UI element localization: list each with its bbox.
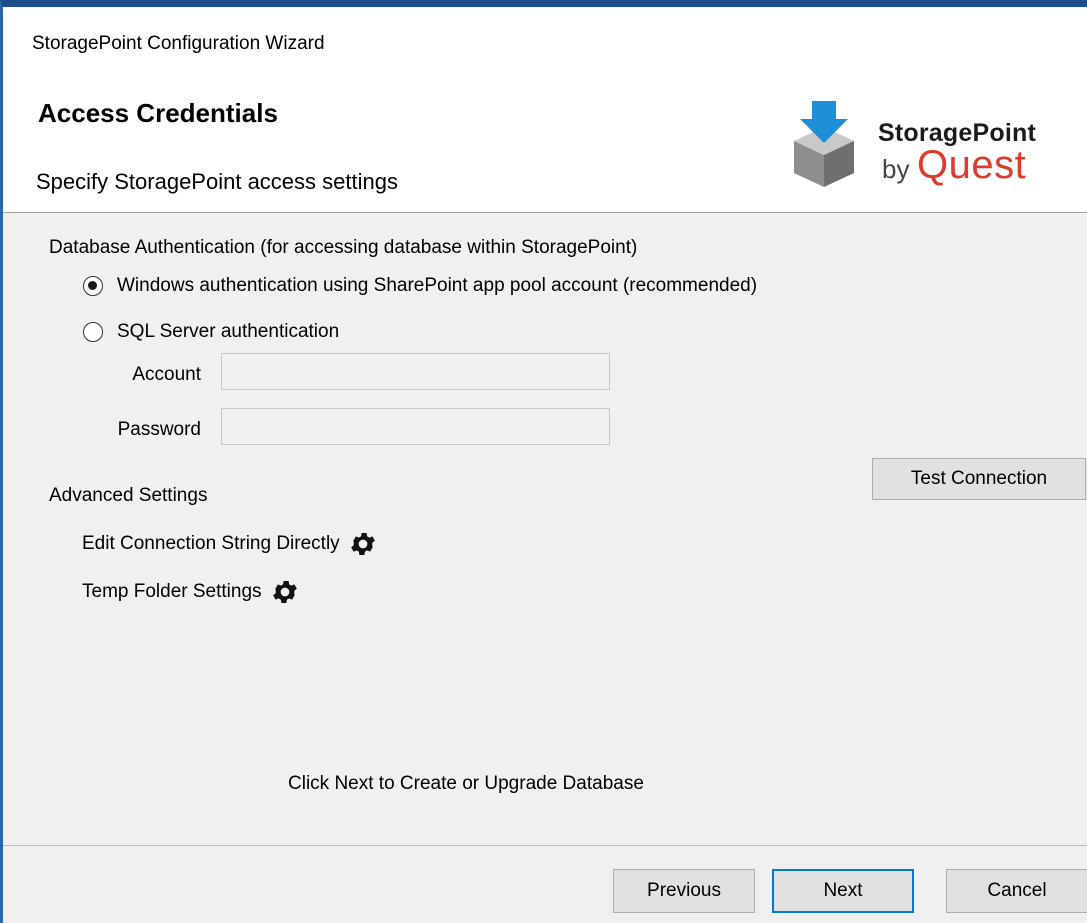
- gear-icon[interactable]: [270, 577, 300, 607]
- radio-unselected-icon: [83, 322, 103, 342]
- wizard-header: StoragePoint Configuration Wizard Access…: [3, 7, 1087, 213]
- wizard-window: StoragePoint Configuration Wizard Access…: [0, 0, 1087, 923]
- edit-connection-string-label: Edit Connection String Directly: [82, 533, 340, 554]
- page-title: Access Credentials: [38, 98, 278, 128]
- temp-folder-settings-link[interactable]: Temp Folder Settings: [82, 577, 300, 607]
- logo-vendor-text: Quest: [917, 143, 1027, 187]
- previous-button[interactable]: Previous: [613, 869, 755, 913]
- advanced-settings-label: Advanced Settings: [49, 485, 208, 506]
- footer-divider: [3, 845, 1087, 846]
- storagepoint-quest-logo: StoragePoint by Quest: [788, 99, 1068, 194]
- password-field[interactable]: [221, 408, 610, 445]
- gear-icon[interactable]: [348, 529, 378, 559]
- windows-auth-label: Windows authentication using SharePoint …: [117, 275, 758, 296]
- test-connection-button[interactable]: Test Connection: [872, 458, 1086, 500]
- account-field[interactable]: [221, 353, 610, 390]
- next-hint-text: Click Next to Create or Upgrade Database: [288, 773, 644, 794]
- edit-connection-string-link[interactable]: Edit Connection String Directly: [82, 529, 378, 559]
- page-subtitle: Specify StoragePoint access settings: [36, 169, 398, 194]
- storagepoint-box-icon: [794, 101, 854, 187]
- cancel-button[interactable]: Cancel: [946, 869, 1087, 913]
- temp-folder-settings-label: Temp Folder Settings: [82, 581, 262, 602]
- password-label: Password: [117, 419, 201, 440]
- logo-by-text: by: [882, 154, 910, 184]
- windows-auth-radio[interactable]: Windows authentication using SharePoint …: [83, 275, 757, 297]
- sql-auth-radio[interactable]: SQL Server authentication: [83, 321, 339, 343]
- db-auth-section-label: Database Authentication (for accessing d…: [49, 237, 638, 258]
- window-title: StoragePoint Configuration Wizard: [32, 33, 325, 54]
- radio-selected-icon: [83, 276, 103, 296]
- account-label: Account: [132, 364, 201, 385]
- sql-auth-label: SQL Server authentication: [117, 321, 340, 342]
- next-button[interactable]: Next: [772, 869, 914, 913]
